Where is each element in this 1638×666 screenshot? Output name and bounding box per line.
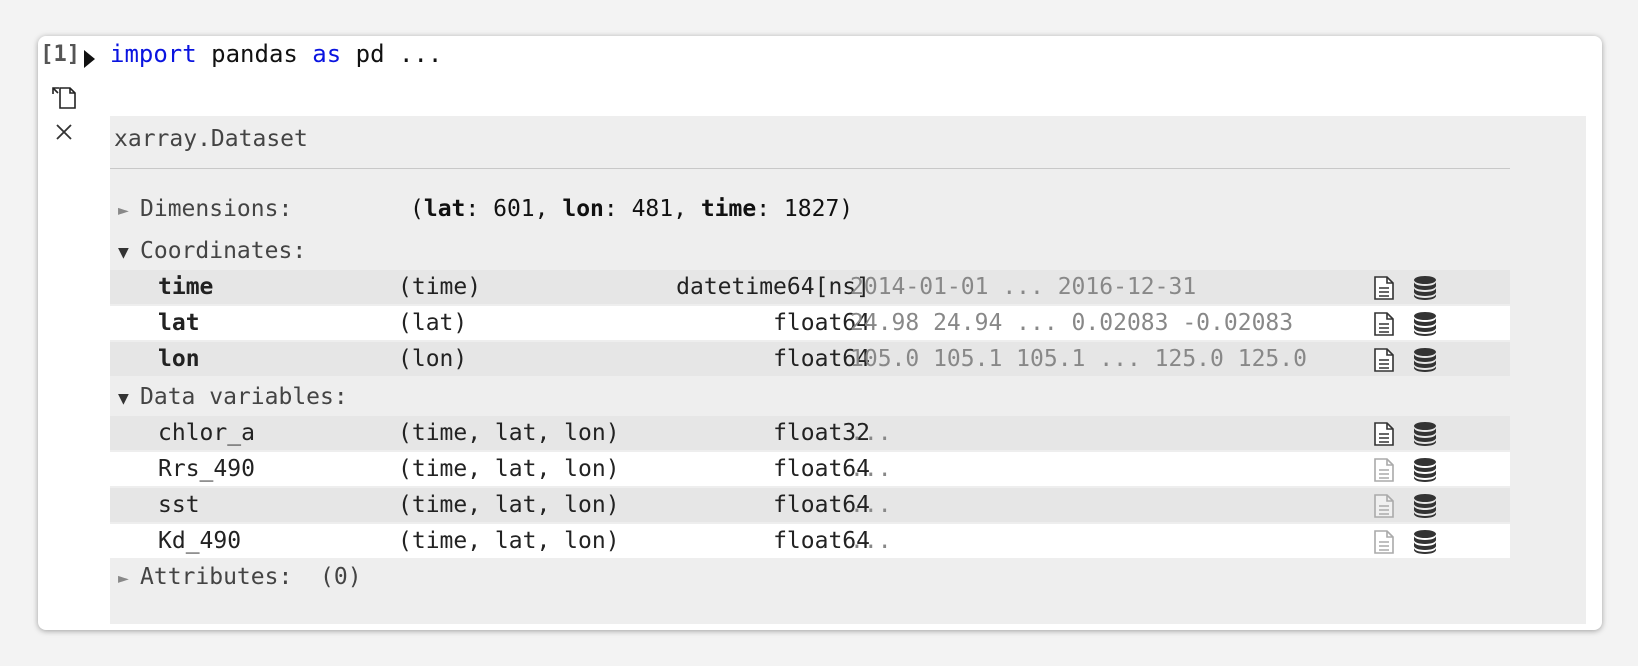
database-icon[interactable] — [1412, 493, 1438, 519]
dimensions-label: Dimensions: — [140, 196, 293, 222]
dim-lon: lon — [562, 196, 604, 222]
var-preview: 2014-01-01 ... 2016-12-31 — [850, 274, 1197, 300]
database-icon[interactable] — [1412, 529, 1438, 555]
file-text-icon[interactable] — [1372, 529, 1396, 555]
header-divider — [110, 168, 1510, 169]
var-dims: (lat) — [398, 310, 468, 336]
triangle-down-icon: ▼ — [118, 242, 129, 263]
dim-open-paren: ( — [410, 196, 424, 222]
file-text-icon[interactable] — [1372, 421, 1396, 447]
data-variable-row: Kd_490 (time, lat, lon) float64 ... — [110, 524, 1510, 558]
var-dims: (time) — [398, 274, 482, 300]
var-name: chlor_a — [158, 420, 255, 446]
coordinate-row: lat (lat) float64 24.98 24.94 ... 0.0208… — [110, 306, 1510, 340]
dim-lat: lat — [423, 196, 466, 222]
database-icon[interactable] — [1412, 421, 1438, 447]
var-name: lat — [158, 310, 200, 336]
var-dims: (lon) — [398, 346, 468, 372]
coordinate-row: lon (lon) float64 105.0 105.1 105.1 ... … — [110, 342, 1510, 376]
dimensions-value: (lat: 601, lon: 481, time: 1827) — [410, 196, 853, 222]
data-variable-row: Rrs_490 (time, lat, lon) float64 ... — [110, 452, 1510, 486]
close-icon[interactable] — [50, 118, 78, 146]
code-keyword-import: import — [110, 40, 197, 68]
var-preview: ... — [850, 528, 892, 554]
dataset-title: xarray.Dataset — [114, 126, 308, 152]
database-icon[interactable] — [1412, 275, 1438, 301]
var-preview: 24.98 24.94 ... 0.02083 -0.02083 — [850, 310, 1294, 336]
execution-count: [1] — [40, 42, 80, 67]
var-dims: (time, lat, lon) — [398, 420, 620, 446]
file-text-icon[interactable] — [1372, 347, 1396, 373]
data-variables-label: Data variables: — [140, 384, 348, 410]
var-dims: (time, lat, lon) — [398, 492, 620, 518]
var-name: time — [158, 274, 214, 300]
var-name: sst — [158, 492, 200, 518]
copy-output-icon[interactable] — [50, 82, 78, 110]
code-input[interactable]: import pandas as pd ... — [110, 40, 442, 68]
var-dtype: datetime64[ns] — [676, 274, 870, 300]
var-name: lon — [158, 346, 200, 372]
var-name: Rrs_490 — [158, 456, 255, 482]
var-preview: ... — [850, 492, 892, 518]
dim-time-value: : 1827) — [756, 196, 854, 222]
coordinate-row: time (time) datetime64[ns] 2014-01-01 ..… — [110, 270, 1510, 304]
var-dims: (time, lat, lon) — [398, 456, 620, 482]
code-rest: pd ... — [341, 40, 443, 68]
var-dims: (time, lat, lon) — [398, 528, 620, 554]
file-text-icon[interactable] — [1372, 275, 1396, 301]
file-text-icon[interactable] — [1372, 311, 1396, 337]
dimensions-section[interactable]: ► Dimensions: — [118, 196, 292, 222]
dim-lat-value: : 601, — [465, 196, 563, 222]
xarray-dataset-repr: xarray.Dataset ► Dimensions: (lat: 601, l… — [110, 116, 1586, 624]
file-text-icon[interactable] — [1372, 457, 1396, 483]
var-name: Kd_490 — [158, 528, 242, 554]
database-icon[interactable] — [1412, 457, 1438, 483]
database-icon[interactable] — [1412, 311, 1438, 337]
dim-lon-value: : 481, — [603, 196, 701, 222]
notebook-cell: [1] import pandas as pd ... xarray.Datas… — [38, 36, 1602, 630]
data-variables-section[interactable]: ▼ Data variables: — [118, 384, 348, 410]
data-variable-row: chlor_a (time, lat, lon) float32 ... — [110, 416, 1510, 450]
triangle-right-icon: ► — [118, 200, 129, 221]
code-module: pandas — [196, 40, 313, 68]
var-preview: ... — [850, 420, 892, 446]
triangle-right-icon: ► — [118, 568, 129, 589]
code-keyword-as: as — [312, 40, 342, 68]
data-variable-row: sst (time, lat, lon) float64 ... — [110, 488, 1510, 522]
coordinates-section[interactable]: ▼ Coordinates: — [118, 238, 306, 264]
attributes-section[interactable]: ► Attributes: (0) — [118, 564, 362, 590]
triangle-down-icon: ▼ — [118, 388, 129, 409]
var-preview: 105.0 105.1 105.1 ... 125.0 125.0 — [850, 346, 1307, 372]
file-text-icon[interactable] — [1372, 493, 1396, 519]
var-preview: ... — [850, 456, 892, 482]
coordinates-label: Coordinates: — [140, 238, 307, 264]
run-triangle-icon[interactable] — [84, 50, 95, 68]
attributes-count: (0) — [320, 564, 362, 590]
attributes-label: Attributes: — [140, 564, 293, 590]
database-icon[interactable] — [1412, 347, 1438, 373]
dim-time: time — [700, 196, 757, 222]
